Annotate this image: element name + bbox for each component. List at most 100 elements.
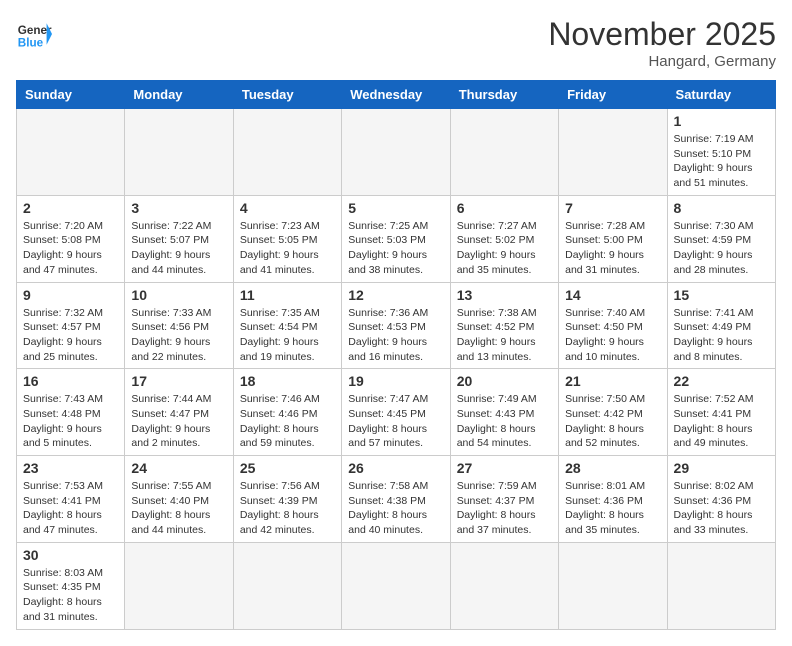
calendar-cell: [233, 542, 341, 629]
day-number: 12: [348, 287, 443, 303]
day-info: Sunrise: 7:30 AM Sunset: 4:59 PM Dayligh…: [674, 219, 769, 278]
day-header-friday: Friday: [559, 81, 667, 109]
calendar-cell: 9 Sunrise: 7:32 AM Sunset: 4:57 PM Daylig…: [17, 282, 125, 369]
calendar-cell: 23Sunrise: 7:53 AM Sunset: 4:41 PM Dayli…: [17, 456, 125, 543]
week-row-1: 1Sunrise: 7:19 AM Sunset: 5:10 PM Daylig…: [17, 109, 776, 196]
day-info: Sunrise: 7:49 AM Sunset: 4:43 PM Dayligh…: [457, 392, 552, 451]
calendar-cell: 15 Sunrise: 7:41 AM Sunset: 4:49 PM Dayli…: [667, 282, 775, 369]
day-info: Sunrise: 8:03 AM Sunset: 4:35 PM Dayligh…: [23, 566, 118, 625]
calendar-cell: [667, 542, 775, 629]
month-year-title: November 2025: [548, 16, 776, 53]
calendar-cell: 6Sunrise: 7:27 AM Sunset: 5:02 PM Daylig…: [450, 195, 558, 282]
day-info: Sunrise: 7:25 AM Sunset: 5:03 PM Dayligh…: [348, 219, 443, 278]
calendar-cell: [559, 109, 667, 196]
day-header-thursday: Thursday: [450, 81, 558, 109]
logo-icon: General Blue: [16, 16, 52, 52]
calendar-cell: 27 Sunrise: 7:59 AM Sunset: 4:37 PM Dayli…: [450, 456, 558, 543]
day-info: Sunrise: 7:46 AM Sunset: 4:46 PM Dayligh…: [240, 392, 335, 451]
day-number: 27: [457, 460, 552, 476]
calendar-cell: 18Sunrise: 7:46 AM Sunset: 4:46 PM Dayli…: [233, 369, 341, 456]
calendar-cell: 25 Sunrise: 7:56 AM Sunset: 4:39 PM Dayli…: [233, 456, 341, 543]
calendar-cell: 19Sunrise: 7:47 AM Sunset: 4:45 PM Dayli…: [342, 369, 450, 456]
day-info: Sunrise: 7:28 AM Sunset: 5:00 PM Dayligh…: [565, 219, 660, 278]
calendar-cell: 16Sunrise: 7:43 AM Sunset: 4:48 PM Dayli…: [17, 369, 125, 456]
week-row-4: 16Sunrise: 7:43 AM Sunset: 4:48 PM Dayli…: [17, 369, 776, 456]
day-info: Sunrise: 7:40 AM Sunset: 4:50 PM Dayligh…: [565, 306, 660, 365]
day-number: 9: [23, 287, 118, 303]
calendar-cell: 28 Sunrise: 8:01 AM Sunset: 4:36 PM Dayli…: [559, 456, 667, 543]
day-info: Sunrise: 7:32 AM Sunset: 4:57 PM Dayligh…: [23, 306, 118, 365]
week-row-3: 9 Sunrise: 7:32 AM Sunset: 4:57 PM Daylig…: [17, 282, 776, 369]
calendar-cell: 4 Sunrise: 7:23 AM Sunset: 5:05 PM Daylig…: [233, 195, 341, 282]
day-header-wednesday: Wednesday: [342, 81, 450, 109]
calendar-cell: [233, 109, 341, 196]
day-header-sunday: Sunday: [17, 81, 125, 109]
day-info: Sunrise: 7:23 AM Sunset: 5:05 PM Dayligh…: [240, 219, 335, 278]
logo: General Blue: [16, 16, 52, 52]
calendar-cell: 3Sunrise: 7:22 AM Sunset: 5:07 PM Daylig…: [125, 195, 233, 282]
calendar-cell: 30 Sunrise: 8:03 AM Sunset: 4:35 PM Dayli…: [17, 542, 125, 629]
calendar-cell: [342, 109, 450, 196]
week-row-6: 30 Sunrise: 8:03 AM Sunset: 4:35 PM Dayli…: [17, 542, 776, 629]
page-header: General Blue November 2025 Hangard, Germ…: [16, 16, 776, 70]
calendar-cell: [450, 542, 558, 629]
calendar-cell: [125, 542, 233, 629]
calendar-cell: 10Sunrise: 7:33 AM Sunset: 4:56 PM Dayli…: [125, 282, 233, 369]
day-info: Sunrise: 7:59 AM Sunset: 4:37 PM Dayligh…: [457, 479, 552, 538]
day-info: Sunrise: 8:01 AM Sunset: 4:36 PM Dayligh…: [565, 479, 660, 538]
calendar-cell: [125, 109, 233, 196]
day-number: 28: [565, 460, 660, 476]
calendar-cell: 12Sunrise: 7:36 AM Sunset: 4:53 PM Dayli…: [342, 282, 450, 369]
day-number: 20: [457, 373, 552, 389]
day-number: 11: [240, 287, 335, 303]
calendar-cell: 5 Sunrise: 7:25 AM Sunset: 5:03 PM Daylig…: [342, 195, 450, 282]
day-number: 22: [674, 373, 769, 389]
day-number: 5: [348, 200, 443, 216]
calendar-cell: 20 Sunrise: 7:49 AM Sunset: 4:43 PM Dayli…: [450, 369, 558, 456]
day-info: Sunrise: 7:58 AM Sunset: 4:38 PM Dayligh…: [348, 479, 443, 538]
day-number: 23: [23, 460, 118, 476]
calendar-cell: [17, 109, 125, 196]
day-info: Sunrise: 7:19 AM Sunset: 5:10 PM Dayligh…: [674, 132, 769, 191]
calendar-cell: 11Sunrise: 7:35 AM Sunset: 4:54 PM Dayli…: [233, 282, 341, 369]
calendar-cell: 2Sunrise: 7:20 AM Sunset: 5:08 PM Daylig…: [17, 195, 125, 282]
day-info: Sunrise: 7:43 AM Sunset: 4:48 PM Dayligh…: [23, 392, 118, 451]
calendar-cell: 7Sunrise: 7:28 AM Sunset: 5:00 PM Daylig…: [559, 195, 667, 282]
day-number: 24: [131, 460, 226, 476]
day-info: Sunrise: 7:22 AM Sunset: 5:07 PM Dayligh…: [131, 219, 226, 278]
day-info: Sunrise: 7:33 AM Sunset: 4:56 PM Dayligh…: [131, 306, 226, 365]
calendar-cell: [342, 542, 450, 629]
day-number: 21: [565, 373, 660, 389]
calendar-cell: 22Sunrise: 7:52 AM Sunset: 4:41 PM Dayli…: [667, 369, 775, 456]
day-info: Sunrise: 7:55 AM Sunset: 4:40 PM Dayligh…: [131, 479, 226, 538]
day-info: Sunrise: 7:41 AM Sunset: 4:49 PM Dayligh…: [674, 306, 769, 365]
day-number: 4: [240, 200, 335, 216]
day-number: 30: [23, 547, 118, 563]
calendar-cell: 26Sunrise: 7:58 AM Sunset: 4:38 PM Dayli…: [342, 456, 450, 543]
calendar-cell: 8Sunrise: 7:30 AM Sunset: 4:59 PM Daylig…: [667, 195, 775, 282]
title-block: November 2025 Hangard, Germany: [548, 16, 776, 70]
day-number: 14: [565, 287, 660, 303]
calendar-cell: 24 Sunrise: 7:55 AM Sunset: 4:40 PM Dayli…: [125, 456, 233, 543]
calendar-cell: [559, 542, 667, 629]
day-number: 2: [23, 200, 118, 216]
calendar-cell: [450, 109, 558, 196]
day-number: 13: [457, 287, 552, 303]
calendar-cell: 13Sunrise: 7:38 AM Sunset: 4:52 PM Dayli…: [450, 282, 558, 369]
calendar-cell: 21Sunrise: 7:50 AM Sunset: 4:42 PM Dayli…: [559, 369, 667, 456]
day-number: 15: [674, 287, 769, 303]
day-number: 19: [348, 373, 443, 389]
day-number: 25: [240, 460, 335, 476]
day-header-saturday: Saturday: [667, 81, 775, 109]
location-subtitle: Hangard, Germany: [548, 53, 776, 70]
week-row-5: 23Sunrise: 7:53 AM Sunset: 4:41 PM Dayli…: [17, 456, 776, 543]
day-number: 29: [674, 460, 769, 476]
calendar-cell: 29 Sunrise: 8:02 AM Sunset: 4:36 PM Dayli…: [667, 456, 775, 543]
calendar-table: SundayMondayTuesdayWednesdayThursdayFrid…: [16, 80, 776, 630]
week-row-2: 2Sunrise: 7:20 AM Sunset: 5:08 PM Daylig…: [17, 195, 776, 282]
day-info: Sunrise: 7:56 AM Sunset: 4:39 PM Dayligh…: [240, 479, 335, 538]
day-info: Sunrise: 7:27 AM Sunset: 5:02 PM Dayligh…: [457, 219, 552, 278]
svg-text:Blue: Blue: [18, 37, 44, 50]
day-info: Sunrise: 8:02 AM Sunset: 4:36 PM Dayligh…: [674, 479, 769, 538]
calendar-header-row: SundayMondayTuesdayWednesdayThursdayFrid…: [17, 81, 776, 109]
